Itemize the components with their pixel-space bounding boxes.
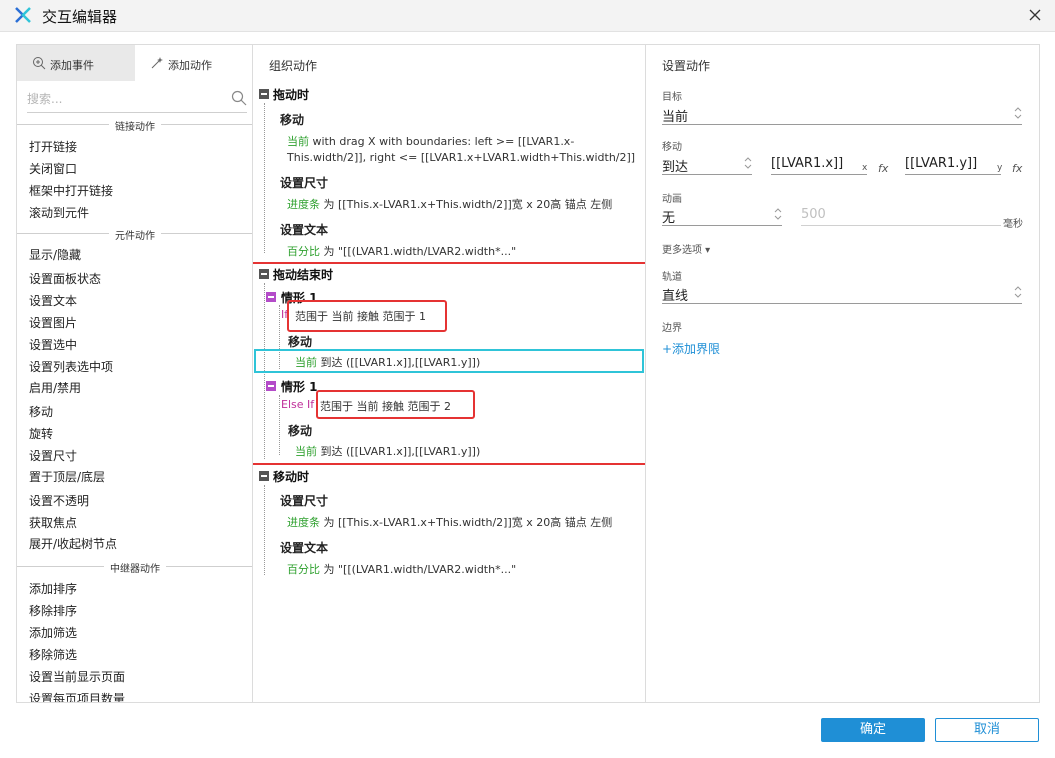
- target-select[interactable]: 当前: [662, 106, 688, 125]
- animation-label: 动画: [662, 194, 682, 205]
- action-item[interactable]: 打开链接: [29, 138, 77, 155]
- event-on-move[interactable]: 移动时: [273, 468, 309, 485]
- search-box: [27, 87, 247, 113]
- action-item[interactable]: 获取焦点: [29, 514, 77, 531]
- action-title[interactable]: 设置尺寸: [280, 174, 328, 191]
- duration-input[interactable]: 500: [801, 207, 826, 222]
- organize-actions-panel: 组织动作 拖动时 移动 当前 with drag X with boundari…: [253, 45, 646, 702]
- move-type-select[interactable]: 到达: [662, 156, 688, 175]
- collapse-icon[interactable]: [259, 471, 269, 481]
- tab-add-action[interactable]: 添加动作: [135, 45, 252, 81]
- window-title: 交互编辑器: [42, 8, 118, 26]
- move-label: 移动: [662, 142, 682, 153]
- action-detail[interactable]: 百分比 为 "[[(LVAR1.width/LVAR2.width*...": [287, 561, 516, 577]
- section-widget-actions: 元件动作: [17, 227, 252, 242]
- cancel-button[interactable]: 取消: [935, 718, 1039, 742]
- action-title[interactable]: 设置文本: [280, 539, 328, 556]
- action-detail[interactable]: 百分比 为 "[[(LVAR1.width/LVAR2.width*...": [287, 243, 516, 259]
- collapse-icon[interactable]: [259, 89, 269, 99]
- action-item[interactable]: 设置尺寸: [29, 447, 77, 464]
- action-item[interactable]: 关闭窗口: [29, 160, 77, 177]
- action-item[interactable]: 框架中打开链接: [29, 182, 113, 199]
- section-repeater-actions: 中继器动作: [17, 560, 252, 575]
- tab-add-action-label: 添加动作: [168, 59, 212, 72]
- search-input[interactable]: [27, 89, 217, 109]
- action-item[interactable]: 启用/禁用: [29, 379, 81, 396]
- section-title: 中继器动作: [104, 564, 166, 575]
- action-item[interactable]: 设置面板状态: [29, 270, 101, 287]
- highlight-case1-condition: [287, 300, 447, 332]
- action-item[interactable]: 设置选中: [29, 336, 77, 353]
- action-item[interactable]: 设置文本: [29, 292, 77, 309]
- action-item[interactable]: 添加筛选: [29, 624, 77, 641]
- action-title[interactable]: 移动: [280, 111, 304, 128]
- action-item[interactable]: 添加排序: [29, 580, 77, 597]
- add-event-icon: [33, 57, 46, 70]
- action-item[interactable]: 显示/隐藏: [29, 246, 81, 263]
- action-item[interactable]: 设置图片: [29, 314, 77, 331]
- highlight-case2-condition: [316, 390, 475, 419]
- x-sub-label: x: [862, 163, 868, 173]
- section-title: 元件动作: [109, 231, 161, 242]
- action-item[interactable]: 设置当前显示页面: [29, 668, 125, 685]
- action-item[interactable]: 设置每页项目数量: [29, 690, 125, 702]
- x-input[interactable]: [[LVAR1.x]]: [771, 156, 843, 171]
- add-action-icon: [151, 57, 163, 69]
- action-detail-cont[interactable]: This.width/2]], right <= [[LVAR1.x+LVAR1…: [287, 151, 635, 164]
- bounds-label: 边界: [662, 323, 682, 334]
- tab-add-event[interactable]: 添加事件: [17, 45, 135, 81]
- action-item[interactable]: 滚动到元件: [29, 204, 89, 221]
- updown-icon[interactable]: [1014, 106, 1022, 120]
- action-detail[interactable]: 进度条 为 [[This.x-LVAR1.x+This.width/2]]宽 x…: [287, 196, 612, 212]
- action-title[interactable]: 设置尺寸: [280, 492, 328, 509]
- updown-icon[interactable]: [744, 156, 752, 170]
- action-item[interactable]: 移除排序: [29, 602, 77, 619]
- action-title[interactable]: 设置文本: [280, 221, 328, 238]
- action-library-panel: 添加事件 添加动作 链接动作 打开链接 关闭窗口 框架中打开链接 滚动到元件: [17, 45, 253, 702]
- more-options-toggle[interactable]: 更多选项 ▾: [662, 241, 710, 256]
- duration-unit: 毫秒: [1003, 219, 1023, 230]
- action-item[interactable]: 旋转: [29, 425, 53, 442]
- updown-icon[interactable]: [774, 207, 782, 221]
- y-sub-label: y: [997, 163, 1003, 173]
- updown-icon[interactable]: [1014, 285, 1022, 299]
- target-label: 目标: [662, 92, 682, 103]
- track-label: 轨道: [662, 272, 682, 283]
- fx-icon[interactable]: fx: [1012, 162, 1022, 175]
- track-select[interactable]: 直线: [662, 285, 688, 304]
- axure-logo-icon: [15, 7, 31, 23]
- search-icon[interactable]: [231, 90, 247, 106]
- section-link-actions: 链接动作: [17, 118, 252, 133]
- section-title: 链接动作: [109, 122, 161, 133]
- fx-icon[interactable]: fx: [878, 162, 888, 175]
- tree-line: [264, 103, 265, 253]
- action-detail[interactable]: 当前 with drag X with boundaries: left >= …: [287, 133, 574, 149]
- selected-action-highlight: [254, 349, 644, 373]
- close-icon[interactable]: [1025, 5, 1045, 25]
- event-on-drag[interactable]: 拖动时: [273, 86, 309, 103]
- action-item[interactable]: 展开/收起树节点: [29, 535, 117, 552]
- action-detail[interactable]: 进度条 为 [[This.x-LVAR1.x+This.width/2]]宽 x…: [287, 514, 612, 530]
- set-action-panel: 设置动作 目标 当前 移动 到达 [[LVAR1.x]] x fx [[LVAR…: [646, 45, 1039, 702]
- action-item[interactable]: 设置不透明: [29, 492, 89, 509]
- action-item[interactable]: 移除筛选: [29, 646, 77, 663]
- panel-heading: 组织动作: [269, 59, 318, 73]
- add-bounds-link[interactable]: +添加界限: [662, 340, 720, 357]
- panel-heading: 设置动作: [662, 59, 711, 73]
- action-item[interactable]: 设置列表选中项: [29, 358, 113, 375]
- title-bar: 交互编辑器: [0, 0, 1055, 32]
- action-item[interactable]: 移动: [29, 403, 53, 420]
- editor-frame: 添加事件 添加动作 链接动作 打开链接 关闭窗口 框架中打开链接 滚动到元件: [16, 44, 1040, 703]
- animation-select[interactable]: 无: [662, 207, 675, 226]
- y-input[interactable]: [[LVAR1.y]]: [905, 156, 977, 171]
- ok-button[interactable]: 确定: [821, 718, 925, 742]
- tree-line: [264, 485, 265, 575]
- tab-add-event-label: 添加事件: [50, 59, 94, 72]
- action-item[interactable]: 置于顶层/底层: [29, 468, 105, 485]
